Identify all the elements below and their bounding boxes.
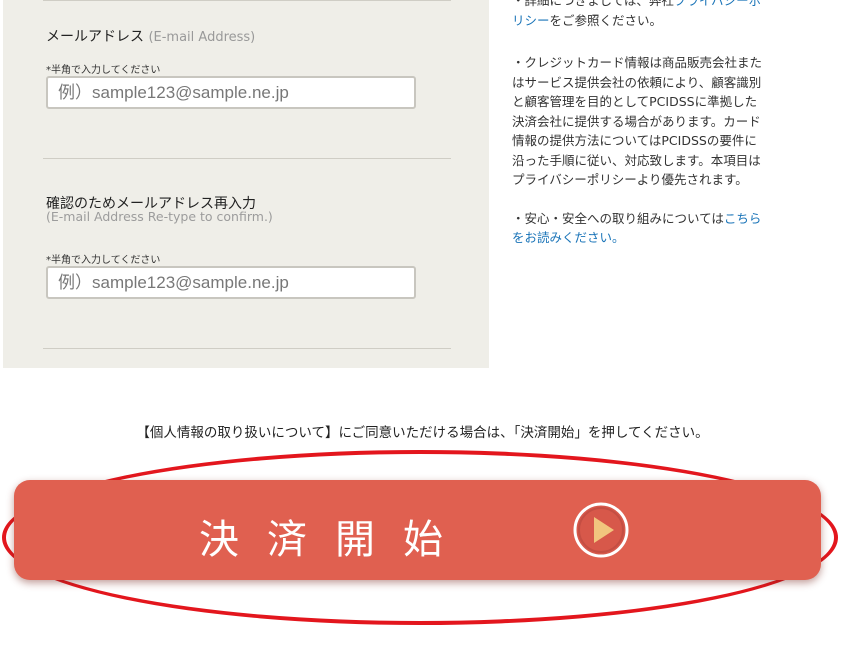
divider xyxy=(43,348,451,349)
safety-note-prefix: ・安心・安全への取り組みについては xyxy=(512,210,724,226)
play-icon xyxy=(573,502,629,558)
email-label-en: (E-mail Address) xyxy=(148,30,256,45)
consent-message: 【個人情報の取り扱いについて】にご同意いただける場合は、「決済開始」を押してくだ… xyxy=(136,425,709,441)
divider xyxy=(43,158,451,159)
start-payment-button[interactable]: 決済開始 xyxy=(14,480,821,580)
privacy-note: ・詳細につきましては、弊社プライバシーポリシーをご参照ください。 xyxy=(512,0,768,30)
confirm-email-label-en: (E-mail Address Re-type to confirm.) xyxy=(46,209,273,224)
email-label: メールアドレス (E-mail Address) xyxy=(46,26,255,46)
safety-note: ・安心・安全への取り組みについてはこちらをお読みください。 xyxy=(512,209,768,248)
email-form-panel: メールアドレス (E-mail Address) *半角で入力してください 確認… xyxy=(3,0,489,368)
start-payment-label: 決済開始 xyxy=(199,517,471,563)
email-label-text: メールアドレス xyxy=(46,29,144,45)
confirm-email-field[interactable] xyxy=(46,266,416,299)
privacy-note-prefix: ・詳細につきましては、弊社 xyxy=(512,0,674,8)
divider xyxy=(43,0,451,1)
confirm-email-hint: *半角で入力してください xyxy=(46,255,161,266)
privacy-notes: ・詳細につきましては、弊社プライバシーポリシーをご参照ください。 ・クレジットカ… xyxy=(512,0,768,248)
email-field[interactable] xyxy=(46,76,416,109)
privacy-note-suffix: をご参照ください。 xyxy=(549,12,663,28)
card-info-note: ・クレジットカード情報は商品販売会社またはサービス提供会社の依頼により、顧客識別… xyxy=(512,55,763,187)
email-hint: *半角で入力してください xyxy=(46,65,161,76)
